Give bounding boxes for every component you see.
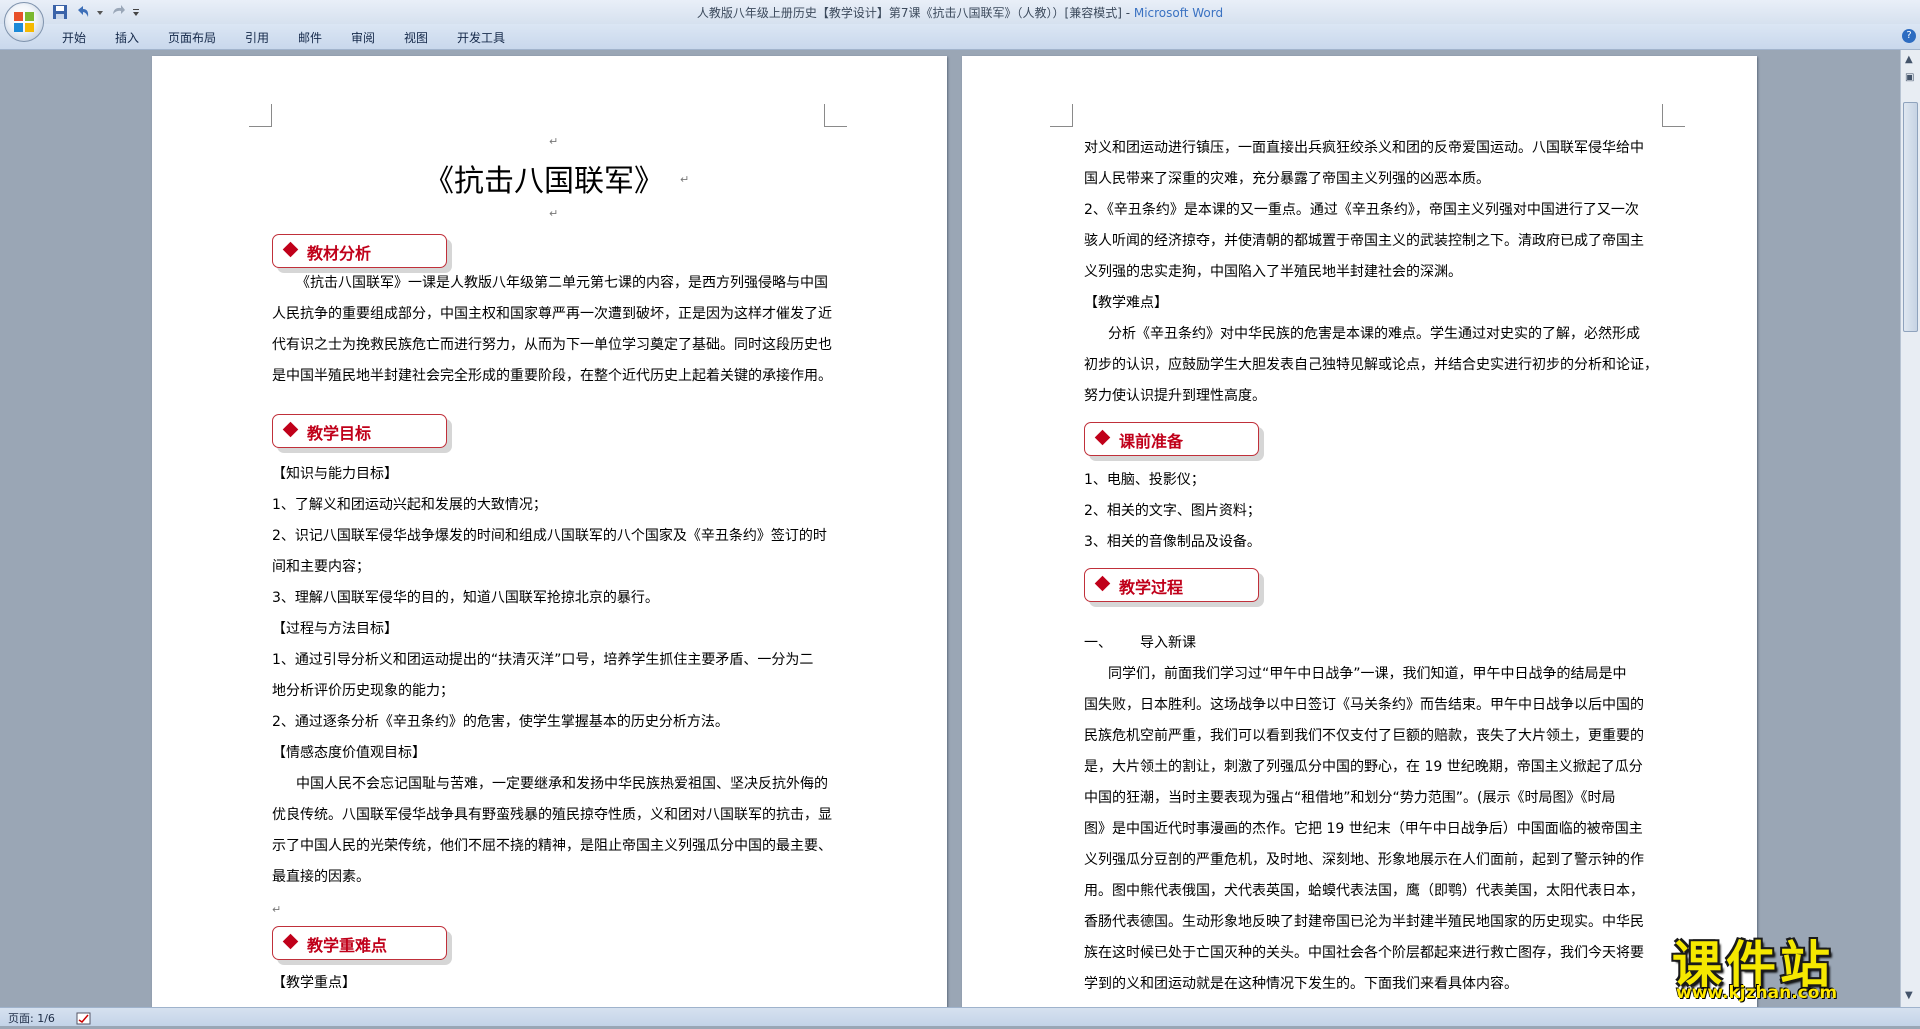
paragraph-line: 初步的认识，应鼓励学生大胆发表自己独特见解或论点，并结合史实进行初步的分析和论证… xyxy=(1084,357,1658,373)
paragraph-line: 同学们，前面我们学习过“甲午中日战争”一课，我们知道，甲午中日战争的结局是中 xyxy=(1108,666,1627,682)
goal-line: 1、了解义和团运动兴起和发展的大致情况； xyxy=(272,497,547,513)
diamond-bullet-icon xyxy=(1094,429,1111,446)
goal-line: 2、通过逐条分析《辛丑条约》的危害，使学生掌握基本的历史分析方法。 xyxy=(272,714,729,730)
document-workspace: ↵ 《抗击八国联军》 ↵ ↵ 教材分析 《抗击八国联军》一课是人教版八年级第二单… xyxy=(0,50,1900,1008)
paragraph-line: 用。图中熊代表俄国，犬代表英国，蛤蟆代表法国，鹰（即鹗）代表美国，太阳代表日本， xyxy=(1084,883,1644,899)
tab-insert[interactable]: 插入 xyxy=(115,29,139,46)
paragraph-line: 国失败，日本胜利。这场战争以中日签订《马关条约》而告结束。甲午中日战争以后中国的 xyxy=(1084,697,1644,713)
tab-developer[interactable]: 开发工具 xyxy=(457,29,505,46)
watermark-logo: 课件站 www.kjzhan.com xyxy=(1668,925,1908,1007)
tab-page-layout[interactable]: 页面布局 xyxy=(168,29,216,46)
tab-view[interactable]: 视图 xyxy=(404,29,428,46)
paragraph-mark: ↵ xyxy=(680,173,690,186)
paragraph-line: 中国的狂潮，当时主要表现为强占“租借地”和划分“势力范围”。(展示《时局图》《时… xyxy=(1084,790,1616,806)
prep-item: 2、相关的文字、图片资料； xyxy=(1084,503,1261,519)
goal-line: 间和主要内容； xyxy=(272,559,370,575)
tab-home[interactable]: 开始 xyxy=(62,29,86,46)
page-number-indicator[interactable]: 页面: 1/6 xyxy=(8,1010,55,1026)
office-button[interactable] xyxy=(4,2,44,42)
paragraph-line: 骇人听闻的经济掠夺，并使清朝的都城置于帝国主义的武装控制之下。清政府已成了帝国主 xyxy=(1084,233,1644,249)
paragraph-line: 国人民带来了深重的灾难，充分暴露了帝国主义列强的凶恶本质。 xyxy=(1084,171,1490,187)
status-bar: 页面: 1/6 xyxy=(0,1007,1920,1026)
goal-line: 1、通过引导分析义和团运动提出的“扶清灭洋”口号，培养学生抓住主要矛盾、一分为二 xyxy=(272,652,814,668)
paragraph-line: 分析《辛丑条约》对中华民族的危害是本课的难点。学生通过对史实的了解，必然形成 xyxy=(1108,326,1640,342)
prep-item: 3、相关的音像制品及设备。 xyxy=(1084,534,1261,550)
paragraph-line: 学到的义和团运动就是在这种情况下发生的。下面我们来看具体内容。 xyxy=(1084,976,1518,992)
paragraph-line: 【教学重点】 xyxy=(272,975,356,991)
goal-line: 优良传统。八国联军侵华战争具有野蛮残暴的殖民掠夺性质，义和团对八国联军的抗击，显 xyxy=(272,807,832,823)
vertical-scrollbar[interactable]: ▲ ▣ ▼ xyxy=(1900,50,1920,1008)
subsection-title: 导入新课 xyxy=(1140,635,1196,651)
ribbon-tab-bar: 开始 插入 页面布局 引用 邮件 审阅 视图 开发工具 ? xyxy=(0,24,1920,50)
goal-line: 地分析评价历史现象的能力； xyxy=(272,683,454,699)
document-title: 人教版八年级上册历史【教学设计】第7课《抗击八国联军》（人教））[兼容模式] - xyxy=(696,6,1134,20)
goal-line: 3、理解八国联军侵华的目的，知道八国联军抢掠北京的暴行。 xyxy=(272,590,659,606)
goal-line: 2、识记八国联军侵华战争爆发的时间和组成八国联军的八个国家及《辛丑条约》签订的时 xyxy=(272,528,827,544)
scrollbar-thumb[interactable] xyxy=(1903,102,1918,332)
paragraph-mark: ↵ xyxy=(549,207,559,220)
paragraph-mark: ↵ xyxy=(549,135,559,148)
tab-review[interactable]: 审阅 xyxy=(351,29,375,46)
title-bar: 人教版八年级上册历史【教学设计】第7课《抗击八国联军》（人教））[兼容模式] -… xyxy=(0,0,1920,24)
paragraph-line: 是中国半殖民地半封建社会完全形成的重要阶段，在整个近代历史上起着关键的承接作用。 xyxy=(272,368,832,384)
tab-references[interactable]: 引用 xyxy=(245,29,269,46)
goal-line: 示了中国人民的光荣传统，他们不屈不挠的精神，是阻止帝国主义列强瓜分中国的最主要、 xyxy=(272,838,832,854)
list-number: 一、 xyxy=(1084,635,1112,651)
paragraph-line: 义列强的忠实走狗，中国陷入了半殖民地半封建社会的深渊。 xyxy=(1084,264,1462,280)
goal-line: 【过程与方法目标】 xyxy=(272,621,398,637)
diamond-bullet-icon xyxy=(1094,575,1111,592)
section-heading-preparation: 课前准备 xyxy=(1084,422,1259,456)
paragraph-line: 人民抗争的重要组成部分，中国主权和国家尊严再一次遭到破坏，正是因为这样才催发了近 xyxy=(272,306,832,322)
section-heading-teaching-goals: 教学目标 xyxy=(272,414,447,448)
paragraph-line: 2、《辛丑条约》是本课的又一重点。通过《辛丑条约》，帝国主义列强对中国进行了又一… xyxy=(1084,202,1639,218)
paragraph-line: 图》是中国近代时事漫画的杰作。它把 19 世纪末（甲午中日战争后）中国面临的被帝… xyxy=(1084,821,1643,837)
margin-corner-mark xyxy=(824,104,847,127)
scroll-up-icon[interactable]: ▲ xyxy=(1905,54,1913,65)
section-heading-key-points: 教学重难点 xyxy=(272,926,447,960)
paragraph-line: 【教学难点】 xyxy=(1084,295,1168,311)
app-name: Microsoft Word xyxy=(1133,6,1224,20)
window-title: 人教版八年级上册历史【教学设计】第7课《抗击八国联军》（人教））[兼容模式] -… xyxy=(0,4,1920,21)
paragraph-line: 是，大片领土的割让，刺激了列强瓜分中国的野心，在 19 世纪晚期，帝国主义掀起了… xyxy=(1084,759,1643,775)
document-page-1[interactable]: ↵ 《抗击八国联军》 ↵ ↵ 教材分析 《抗击八国联军》一课是人教版八年级第二单… xyxy=(152,56,947,1008)
paragraph-line: 努力使认识提升到理性高度。 xyxy=(1084,388,1266,404)
margin-corner-mark xyxy=(1050,104,1073,127)
paragraph-line: 代有识之士为挽救民族危亡而进行努力，从而为下一单位学习奠定了基础。同时这段历史也 xyxy=(272,337,832,353)
watermark-url: www.kjzhan.com xyxy=(1676,983,1838,1003)
prep-item: 1、电脑、投影仪； xyxy=(1084,472,1205,488)
help-icon[interactable]: ? xyxy=(1902,29,1916,43)
proofing-status-icon[interactable] xyxy=(76,1010,92,1025)
paragraph-line: 义列强瓜分豆剖的严重危机，及时地、深刻地、形象地展示在人们面前，起到了警示钟的作 xyxy=(1084,852,1644,868)
goal-line: 【知识与能力目标】 xyxy=(272,466,398,482)
diamond-bullet-icon xyxy=(282,241,299,258)
section-heading-process: 教学过程 xyxy=(1084,568,1259,602)
paragraph-line: 对义和团运动进行镇压，一面直接出兵疯狂绞杀义和团的反帝爱国运动。八国联军侵华给中 xyxy=(1084,140,1644,156)
paragraph-line: 族在这时候已处于亡国灭种的关头。中国社会各个阶层都起来进行救亡图存，我们今天将要 xyxy=(1084,945,1644,961)
goal-line: 中国人民不会忘记国耻与苦难，一定要继承和发扬中华民族热爱祖国、坚决反抗外侮的 xyxy=(296,776,828,792)
document-page-2[interactable]: 对义和团运动进行镇压，一面直接出兵疯狂绞杀义和团的反帝爱国运动。八国联军侵华给中… xyxy=(962,56,1757,1008)
paragraph-line: 民族危机空前严重，我们可以看到我们不仅支付了巨额的赔款，丧失了大片领土，更重要的 xyxy=(1084,728,1644,744)
office-logo-icon xyxy=(14,12,34,32)
tab-mailings[interactable]: 邮件 xyxy=(298,29,322,46)
section-heading-material-analysis: 教材分析 xyxy=(272,234,447,268)
margin-corner-mark xyxy=(249,104,272,127)
diamond-bullet-icon xyxy=(282,421,299,438)
goal-line: 【情感态度价值观目标】 xyxy=(272,745,426,761)
paragraph-line: 香肠代表德国。生动形象地反映了封建帝国已沦为半封建半殖民地国家的历史现实。中华民 xyxy=(1084,914,1644,930)
document-title-heading: 《抗击八国联军》 xyxy=(424,164,664,199)
paragraph-line: 《抗击八国联军》一课是人教版八年级第二单元第七课的内容，是西方列强侵略与中国 xyxy=(296,275,828,291)
goal-line: 最直接的因素。 xyxy=(272,869,370,885)
margin-corner-mark xyxy=(1662,104,1685,127)
paragraph-mark: ↵ xyxy=(272,903,282,916)
diamond-bullet-icon xyxy=(282,933,299,950)
ruler-toggle-icon[interactable]: ▣ xyxy=(1905,72,1914,83)
